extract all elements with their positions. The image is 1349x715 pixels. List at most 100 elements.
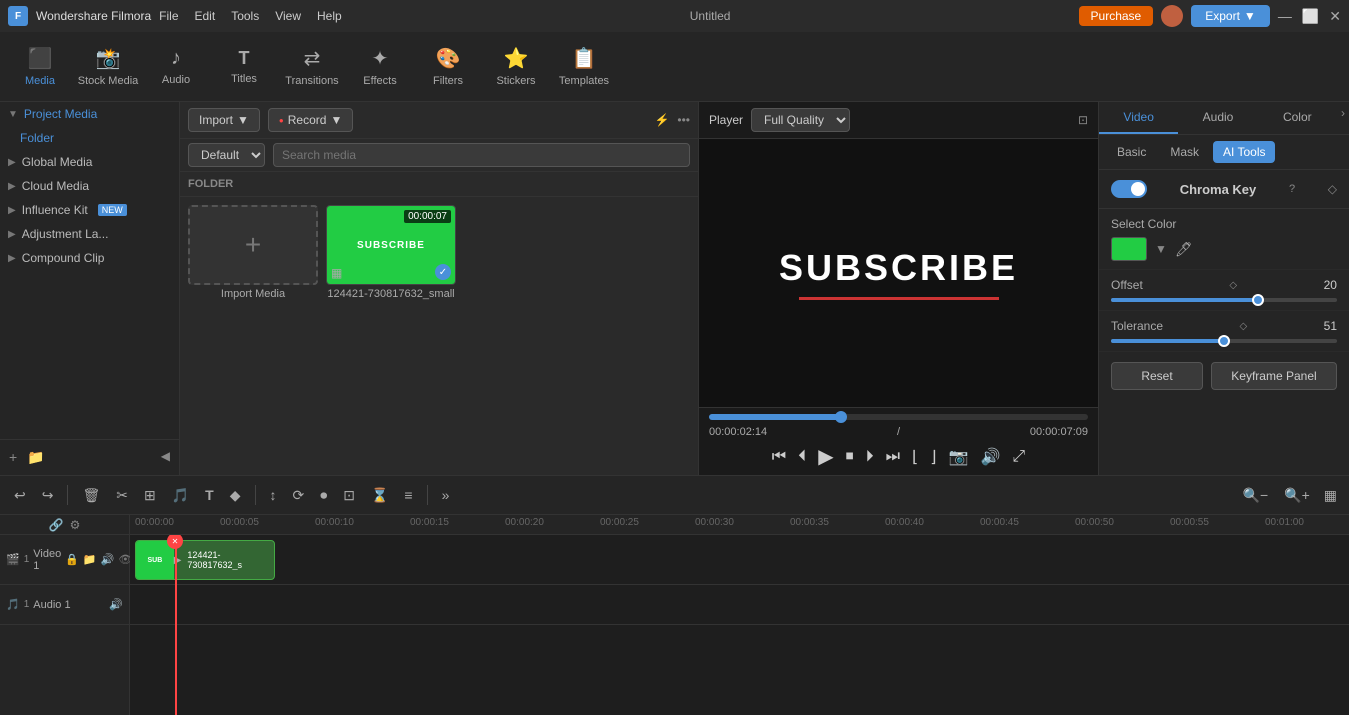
close-icon[interactable]: ✕ bbox=[1329, 8, 1341, 25]
export-button[interactable]: Export ▼ bbox=[1191, 5, 1270, 27]
tool-transitions[interactable]: ⇄ Transitions bbox=[280, 37, 344, 97]
step-forward-button[interactable]: ⏵ bbox=[866, 448, 874, 466]
tool-audio[interactable]: ♪ Audio bbox=[144, 37, 208, 97]
link-icon[interactable]: 🔗 bbox=[49, 518, 64, 532]
maximize-icon[interactable]: ⬜ bbox=[1302, 8, 1319, 25]
color-picker-icon[interactable]: 🖊 bbox=[1175, 241, 1193, 258]
menu-tl-button[interactable]: ≡ bbox=[398, 483, 418, 507]
ruler-mark: 00:00:35 bbox=[790, 517, 829, 528]
add-media-button[interactable]: + bbox=[6, 446, 20, 469]
menu-edit[interactable]: Edit bbox=[195, 9, 216, 23]
subtab-ai-tools[interactable]: AI Tools bbox=[1213, 141, 1275, 163]
offset-slider[interactable] bbox=[1111, 298, 1337, 302]
quality-dropdown[interactable]: Full Quality bbox=[751, 108, 850, 132]
play-button[interactable]: ▶ bbox=[818, 444, 833, 469]
progress-bar[interactable] bbox=[709, 414, 1088, 420]
user-avatar[interactable] bbox=[1161, 5, 1183, 27]
menu-view[interactable]: View bbox=[275, 9, 301, 23]
cut-button[interactable]: ✂ bbox=[110, 483, 134, 508]
chroma-key-toggle[interactable] bbox=[1111, 180, 1147, 198]
tool-titles[interactable]: T Titles bbox=[212, 37, 276, 97]
mark-out-button[interactable]: ⌋ bbox=[930, 447, 936, 467]
subtab-basic[interactable]: Basic bbox=[1107, 141, 1156, 163]
minimize-icon[interactable]: — bbox=[1278, 8, 1292, 25]
menu-help[interactable]: Help bbox=[317, 9, 342, 23]
skip-forward-button[interactable]: ⏭ bbox=[886, 448, 900, 466]
ruler-mark: 00:00:00 bbox=[135, 517, 174, 528]
sidebar-item-global-media[interactable]: ▶ Global Media bbox=[0, 150, 179, 174]
chroma-key-reset-icon[interactable]: ◇ bbox=[1328, 182, 1337, 196]
settings-icon[interactable]: ⚙ bbox=[70, 518, 81, 532]
tolerance-keyframe-icon[interactable]: ◇ bbox=[1239, 321, 1247, 332]
skip-back-button[interactable]: ⏮ bbox=[772, 448, 786, 466]
tool-stickers[interactable]: ⭐ Stickers bbox=[484, 37, 548, 97]
snapshot-tl-button[interactable]: ⊡ bbox=[337, 483, 361, 508]
redo-button[interactable]: ↪ bbox=[36, 483, 60, 508]
tool-stock-media[interactable]: 📸 Stock Media bbox=[76, 37, 140, 97]
panel-more-icon[interactable]: › bbox=[1337, 102, 1349, 134]
sidebar-item-influence-kit[interactable]: ▶ Influence Kit NEW bbox=[0, 198, 179, 222]
audio-mute-icon[interactable]: 🔊 bbox=[109, 598, 123, 611]
crop-button[interactable]: ↕ bbox=[264, 483, 283, 507]
snapshot-button[interactable]: 📷 bbox=[949, 447, 969, 467]
timer-button[interactable]: ⌛ bbox=[365, 483, 394, 508]
offset-keyframe-icon[interactable]: ◇ bbox=[1229, 280, 1237, 291]
audio-detach-button[interactable]: 🎵 bbox=[166, 483, 195, 508]
text-button[interactable]: T bbox=[199, 483, 220, 507]
sidebar-item-compound-clip[interactable]: ▶ Compound Clip bbox=[0, 246, 179, 270]
video-mute-icon[interactable]: 🔊 bbox=[101, 553, 115, 566]
color-dropdown-icon[interactable]: ▼ bbox=[1155, 242, 1167, 256]
delete-button[interactable]: 🗑 bbox=[76, 483, 106, 508]
fullscreen-icon[interactable]: ⊡ bbox=[1078, 113, 1088, 127]
stop-button[interactable]: ⏹ bbox=[846, 448, 854, 466]
sidebar-item-cloud-media[interactable]: ▶ Cloud Media bbox=[0, 174, 179, 198]
zoom-out-button[interactable]: 🔍− bbox=[1237, 483, 1275, 508]
reset-button[interactable]: Reset bbox=[1111, 362, 1203, 390]
subtab-mask[interactable]: Mask bbox=[1160, 141, 1209, 163]
tolerance-slider[interactable] bbox=[1111, 339, 1337, 343]
filter-icon[interactable]: ⚡ bbox=[654, 113, 669, 127]
step-back-button[interactable]: ⏴ bbox=[798, 448, 806, 466]
media-icon: ⬛ bbox=[28, 46, 53, 71]
color-box[interactable] bbox=[1111, 237, 1147, 261]
sidebar-item-folder[interactable]: Folder bbox=[0, 126, 179, 150]
menu-tools[interactable]: Tools bbox=[231, 9, 259, 23]
more-tools-button[interactable]: » bbox=[436, 483, 456, 507]
more-options-icon[interactable]: ••• bbox=[677, 113, 690, 127]
split-button[interactable]: ⊞ bbox=[138, 483, 162, 508]
video-lock-icon[interactable]: 🔒 bbox=[65, 553, 79, 566]
purchase-button[interactable]: Purchase bbox=[1079, 6, 1154, 26]
tab-video[interactable]: Video bbox=[1099, 102, 1178, 134]
import-media-item[interactable]: + Import Media bbox=[188, 205, 318, 467]
record-button[interactable]: ● Record ▼ bbox=[268, 108, 353, 132]
tool-media[interactable]: ⬛ Media bbox=[8, 37, 72, 97]
video-folder-icon[interactable]: 📁 bbox=[83, 553, 97, 566]
default-dropdown[interactable]: Default bbox=[188, 143, 265, 167]
volume-button[interactable]: 🔊 bbox=[980, 447, 1000, 467]
tool-effects[interactable]: ✦ Effects bbox=[348, 37, 412, 97]
mark-in-button[interactable]: ⌊ bbox=[912, 447, 918, 467]
color-button[interactable]: ◆ bbox=[224, 483, 247, 508]
keyframe-panel-button[interactable]: Keyframe Panel bbox=[1211, 362, 1337, 390]
media-clip-item[interactable]: SUBSCRIBE 00:00:07 ▦ ✓ 124421-730817632_… bbox=[326, 205, 456, 467]
chroma-key-info-icon[interactable]: ? bbox=[1289, 183, 1295, 195]
grid-view-button[interactable]: ▦ bbox=[1320, 483, 1341, 508]
menu-file[interactable]: File bbox=[159, 9, 178, 23]
rotate-button[interactable]: ⟳ bbox=[287, 483, 311, 508]
zoom-in-button[interactable]: 🔍+ bbox=[1278, 483, 1316, 508]
audio-track-header: 🎵 1 Audio 1 🔊 bbox=[0, 585, 129, 625]
tab-audio[interactable]: Audio bbox=[1178, 102, 1257, 134]
tab-color[interactable]: Color bbox=[1258, 102, 1337, 134]
sidebar-item-adjustment[interactable]: ▶ Adjustment La... bbox=[0, 222, 179, 246]
full-preview-button[interactable]: ⤢ bbox=[1012, 448, 1025, 466]
collapse-panel-button[interactable]: ◀ bbox=[158, 446, 173, 469]
tool-templates[interactable]: 📋 Templates bbox=[552, 37, 616, 97]
record-timeline-button[interactable]: ⏺ bbox=[314, 483, 333, 508]
search-input[interactable] bbox=[273, 143, 690, 167]
video-clip[interactable]: SUB ▶ 124421-730817632_s bbox=[135, 540, 275, 580]
import-button[interactable]: Import ▼ bbox=[188, 108, 260, 132]
folder-button[interactable]: 📁 bbox=[24, 446, 47, 469]
undo-button[interactable]: ↩ bbox=[8, 483, 32, 508]
sidebar-item-project-media[interactable]: ▼ Project Media bbox=[0, 102, 179, 126]
tool-filters[interactable]: 🎨 Filters bbox=[416, 37, 480, 97]
